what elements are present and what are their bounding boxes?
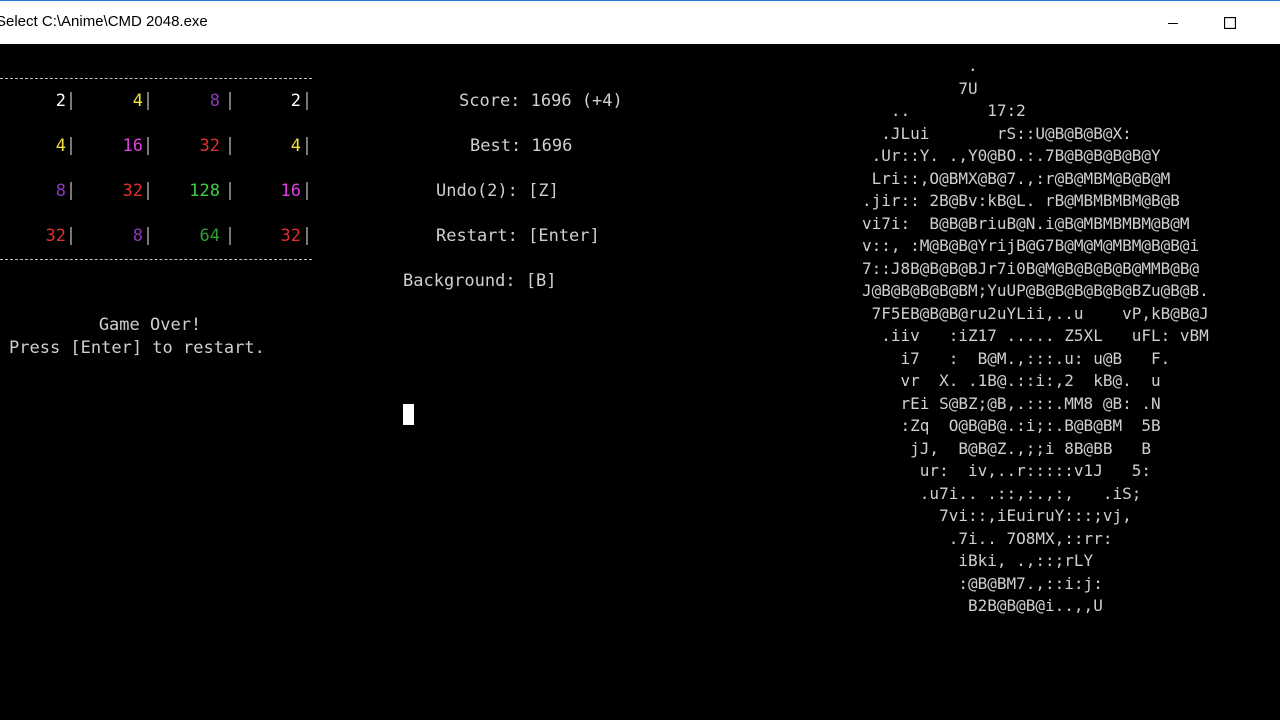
board-cell: 32 — [122, 181, 143, 201]
ascii-art-line: i7 : B@M.,:::.u: u@B F. — [862, 348, 1171, 368]
maximize-icon — [1224, 16, 1236, 29]
best-score-text: Best: 1696 — [470, 136, 573, 156]
cell-divider — [306, 227, 308, 245]
ascii-art-line: rEi S@BZ;@B,.:::.MM8 @B: .N — [862, 393, 1161, 413]
ascii-art-line: :@B@BM7.,::i:j: — [862, 573, 1103, 593]
board-cell: 128 — [189, 181, 220, 201]
ascii-art-line: 7::J8B@B@B@BJr7i0B@M@B@B@B@B@MMB@B@ — [862, 258, 1200, 278]
game-over-title: Game Over! — [98, 315, 202, 335]
board-cell: 32 — [280, 226, 301, 246]
ascii-art-line: . — [862, 56, 978, 75]
board-top-border — [0, 78, 312, 79]
board-cell: 8 — [132, 226, 143, 246]
cell-divider — [306, 137, 308, 155]
score-text: Score: 1696 (+4) — [459, 91, 623, 111]
board-row: 32 8 64 32 — [0, 224, 320, 248]
ascii-art-line: 7F5EB@B@B@ru2uYLii,..u vP,kB@B@J — [862, 303, 1209, 323]
ascii-art-line: .iiv :iZ17 ..... Z5XL uFL: vBM — [862, 326, 1209, 345]
ascii-art-line: .JLui rS::U@B@B@B@X: — [862, 123, 1132, 143]
minimize-button[interactable] — [1150, 1, 1196, 44]
ascii-art-line: .jir:: 2B@Bv:kB@L. rB@MBMBMBM@B@B — [862, 191, 1180, 210]
board-cell: 8 — [209, 91, 220, 111]
board-cell: 8 — [55, 181, 66, 201]
board-row: 2 4 8 2 — [0, 89, 320, 113]
restart-prompt: Press [Enter] to restart. — [9, 338, 265, 358]
board-cell: 2 — [55, 91, 66, 111]
board-cell: 4 — [132, 91, 143, 111]
window-title: Select C:\Anime\CMD 2048.exe — [0, 13, 208, 30]
board-row: 4 16 32 4 — [0, 134, 320, 158]
ascii-art-line: vi7i: B@B@BriuB@N.i@B@MBMBMBM@B@M — [862, 213, 1190, 233]
cell-divider — [306, 92, 308, 110]
ascii-art-line: :Zq O@B@B@.:i;:.B@B@BM 5B — [862, 416, 1161, 435]
ascii-art-line: B2B@B@B@i..,,U — [862, 596, 1103, 615]
ascii-art-line: .7i.. 7O8MX,::rr: — [862, 528, 1113, 548]
restart-hint: Restart: [Enter] — [436, 226, 600, 246]
maximize-button[interactable] — [1207, 1, 1253, 44]
board-cell: 2 — [290, 91, 301, 111]
ascii-art-line: .Ur::Y. .,Y0@BO.:.7B@B@B@B@B@Y — [862, 146, 1161, 165]
ascii-art-line: v::, :M@B@B@YrijB@G7B@M@M@MBM@B@B@i — [862, 236, 1200, 255]
cell-divider — [306, 182, 308, 200]
board-cell: 32 — [199, 136, 220, 156]
board-cell: 32 — [45, 226, 66, 246]
ascii-art-line: ur: iv,..r:::::v1J 5: — [862, 461, 1151, 480]
ascii-art-line: J@B@B@B@B@BM;YuUP@B@B@B@B@B@BZu@B@B. — [862, 281, 1209, 300]
ascii-art-line: jJ, B@B@Z.,;;i 8B@BB B — [862, 438, 1151, 458]
ascii-art-line: iBki, .,::;rLY — [862, 551, 1094, 570]
title-bar: Select C:\Anime\CMD 2048.exe — [0, 0, 1280, 44]
ascii-art-line: .u7i.. .::,:.,:, .iS; — [862, 483, 1142, 503]
text-cursor — [403, 404, 414, 425]
ascii-art-line: 7vi::,iEuiruY:::;vj, — [862, 506, 1132, 525]
board-cell: 16 — [122, 136, 143, 156]
board-bottom-border — [0, 259, 312, 260]
board-cell: 4 — [290, 136, 301, 156]
ascii-art-line: Lri::,O@BMX@B@7.,:r@B@MBM@B@B@M — [862, 168, 1171, 188]
ascii-art-line: .. 17:2 — [862, 101, 1026, 120]
background-hint: Background: [B] — [403, 271, 557, 291]
minimize-icon — [1168, 22, 1178, 24]
ascii-art-line: vr X. .1B@.::i:,2 kB@. u — [862, 371, 1161, 390]
board-cell: 64 — [199, 226, 220, 246]
board-cell: 4 — [55, 136, 66, 156]
undo-hint: Undo(2): [Z] — [436, 181, 559, 201]
board-row: 8 32 128 16 — [0, 179, 320, 203]
ascii-art-line: 7U — [862, 78, 978, 98]
board-cell: 16 — [280, 181, 301, 201]
